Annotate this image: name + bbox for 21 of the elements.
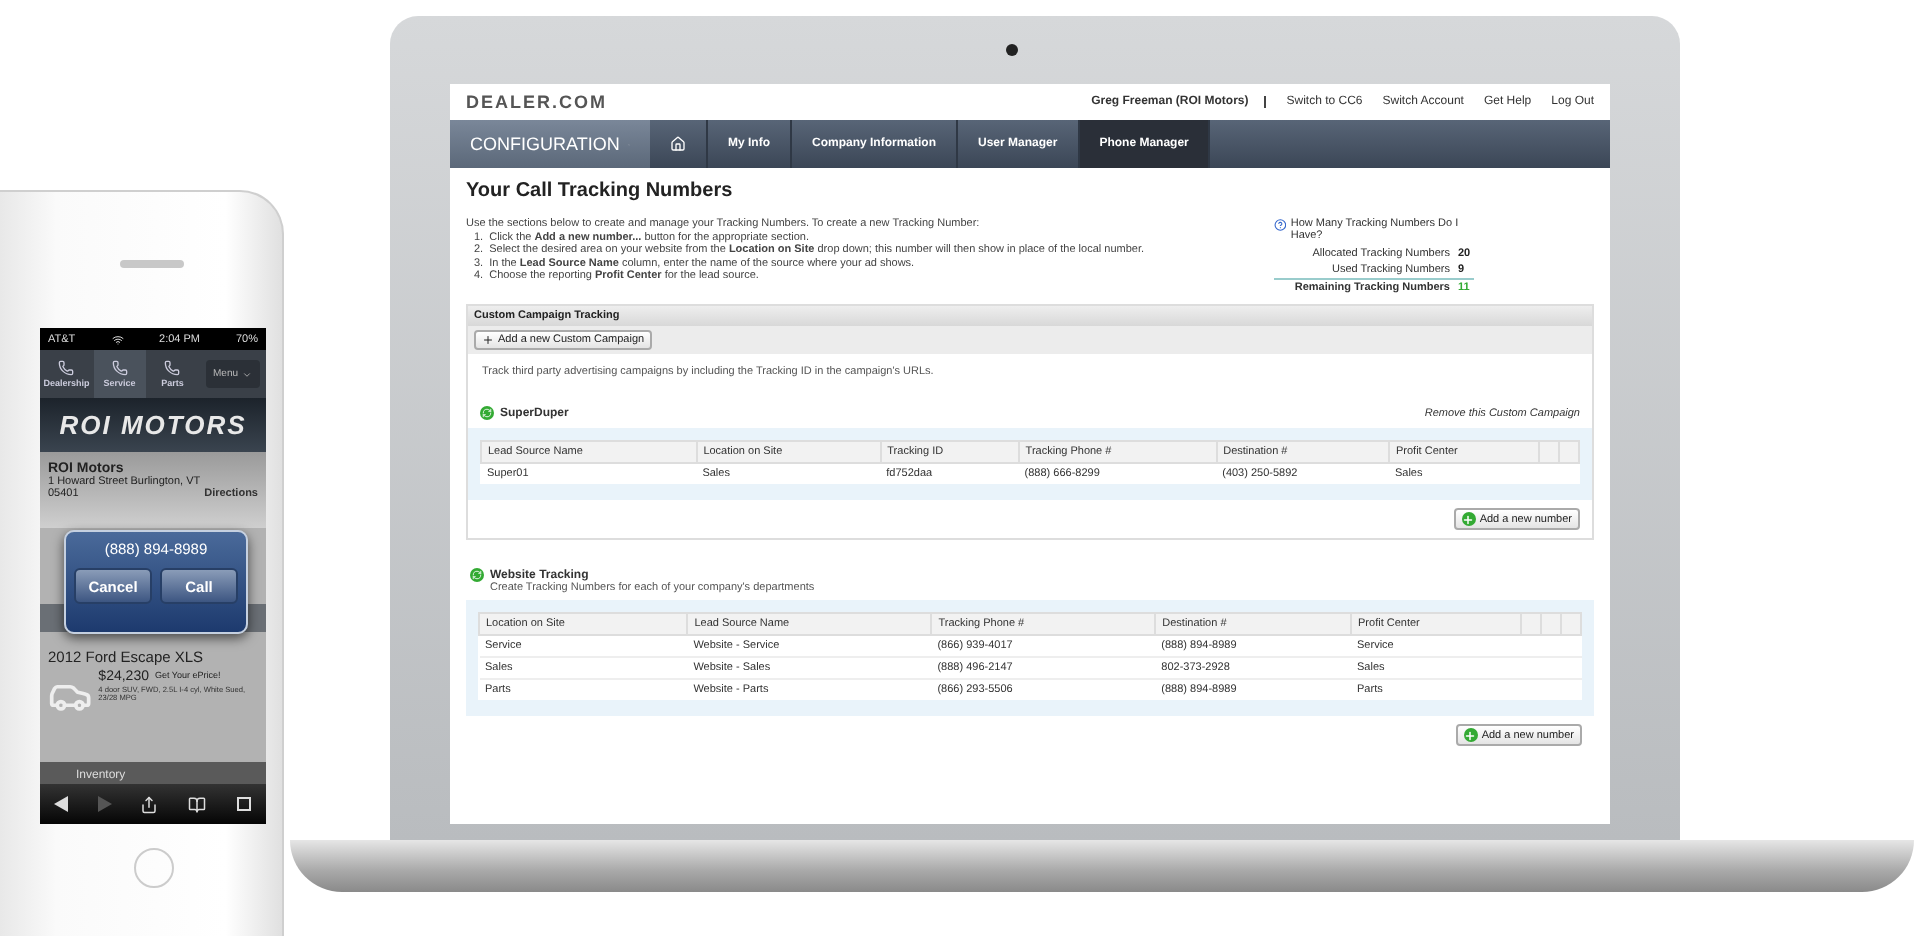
forward-icon[interactable] bbox=[97, 796, 112, 812]
back-icon[interactable] bbox=[54, 796, 69, 812]
camera-icon bbox=[1006, 44, 1018, 56]
wifi-icon bbox=[111, 333, 124, 345]
bookmarks-icon[interactable] bbox=[188, 795, 207, 813]
help-icon bbox=[1274, 218, 1287, 232]
share-icon[interactable] bbox=[140, 795, 159, 813]
plus-icon bbox=[1463, 728, 1478, 742]
configuration-menu[interactable]: CONFIGURATION bbox=[450, 120, 650, 168]
refresh-icon bbox=[480, 406, 494, 420]
phone-icon bbox=[111, 360, 128, 376]
plus-icon bbox=[1461, 512, 1476, 526]
refresh-icon bbox=[470, 568, 484, 582]
phone-icon bbox=[58, 360, 75, 376]
home-icon bbox=[670, 136, 686, 152]
logo: DEALER.COM bbox=[466, 92, 607, 112]
plus-icon bbox=[482, 334, 494, 346]
tabs-icon[interactable] bbox=[235, 796, 252, 812]
dealer-banner: ROI MOTORS bbox=[40, 398, 266, 452]
page-title: Your Call Tracking Numbers bbox=[466, 180, 735, 202]
phone-icon bbox=[164, 360, 181, 376]
